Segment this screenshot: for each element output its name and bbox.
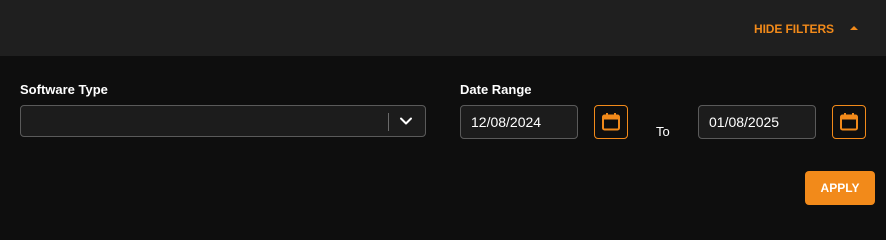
software-type-label: Software Type	[20, 82, 108, 97]
start-date-calendar-button[interactable]	[594, 105, 628, 139]
date-range-label: Date Range	[460, 82, 532, 97]
to-label: To	[656, 124, 670, 139]
software-type-select[interactable]	[20, 105, 426, 137]
chevron-down-icon[interactable]	[399, 114, 413, 128]
calendar-icon	[602, 113, 620, 131]
caret-up-icon[interactable]	[850, 26, 858, 30]
hide-filters-button[interactable]: HIDE FILTERS	[754, 21, 834, 37]
end-date-input[interactable]	[698, 105, 816, 139]
apply-button[interactable]: APPLY	[805, 171, 875, 205]
start-date-input[interactable]	[460, 105, 578, 139]
end-date-calendar-button[interactable]	[832, 105, 866, 139]
calendar-icon	[840, 113, 858, 131]
hide-filters-label: HIDE FILTERS	[754, 22, 834, 36]
select-divider	[388, 113, 389, 131]
